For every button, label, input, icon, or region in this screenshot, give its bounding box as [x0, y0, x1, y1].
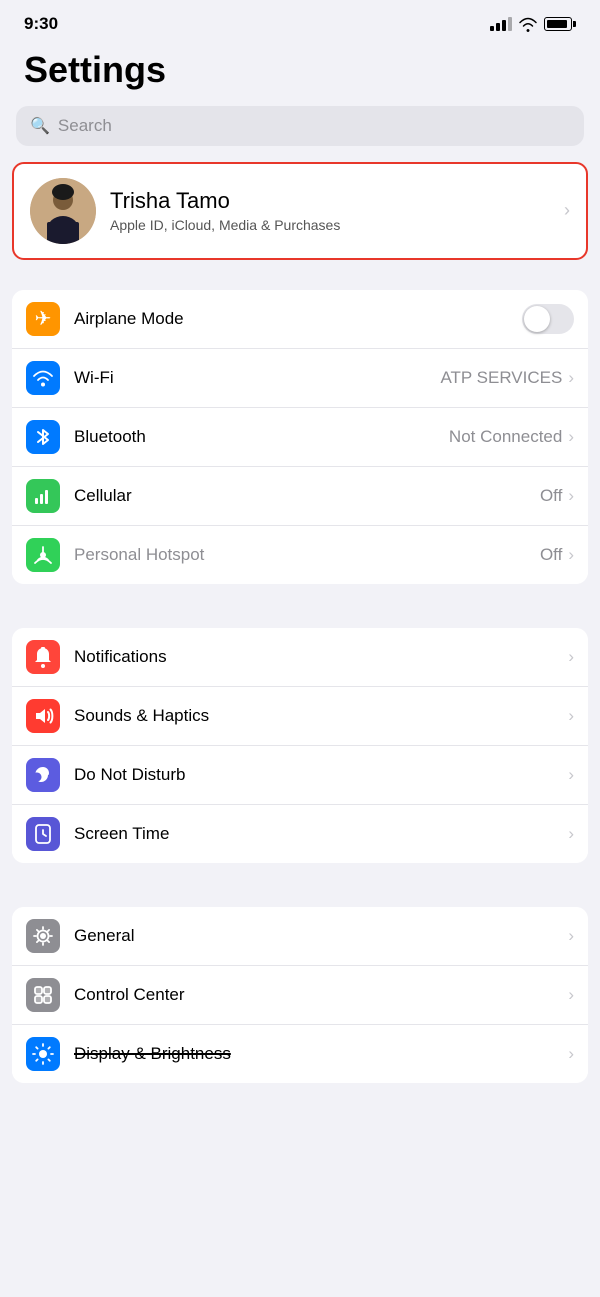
hotspot-row[interactable]: Personal Hotspot Off ›	[12, 526, 588, 584]
sounds-icon	[26, 699, 60, 733]
general-label: General	[74, 926, 568, 946]
donotdisturb-chevron-icon: ›	[568, 765, 574, 785]
hotspot-label: Personal Hotspot	[74, 545, 540, 565]
bluetooth-label: Bluetooth	[74, 427, 449, 447]
bluetooth-value: Not Connected	[449, 427, 562, 447]
page-header: Settings	[0, 42, 600, 102]
notifications-section: Notifications › Sounds & Haptics › D	[0, 628, 600, 863]
profile-info: Trisha Tamo Apple ID, iCloud, Media & Pu…	[110, 188, 550, 233]
sounds-label: Sounds & Haptics	[74, 706, 568, 726]
wifi-row-icon	[26, 361, 60, 395]
bluetooth-icon	[26, 420, 60, 454]
bluetooth-chevron-icon: ›	[568, 427, 574, 447]
display-row[interactable]: Display & Brightness ›	[12, 1025, 588, 1083]
controlcenter-row[interactable]: Control Center ›	[12, 966, 588, 1025]
system-group: General › Control Center ›	[12, 907, 588, 1083]
status-bar: 9:30	[0, 0, 600, 42]
screentime-chevron-icon: ›	[568, 824, 574, 844]
cellular-value: Off	[540, 486, 562, 506]
battery-icon	[544, 17, 576, 31]
general-icon	[26, 919, 60, 953]
notifications-chevron-icon: ›	[568, 647, 574, 667]
notifications-label: Notifications	[74, 647, 568, 667]
wifi-label: Wi-Fi	[74, 368, 440, 388]
general-row[interactable]: General ›	[12, 907, 588, 966]
status-icons	[490, 17, 576, 32]
controlcenter-chevron-icon: ›	[568, 985, 574, 1005]
search-container[interactable]: 🔍 Search	[0, 102, 600, 162]
signal-bars-icon	[490, 17, 512, 31]
cellular-icon	[26, 479, 60, 513]
airplane-mode-row[interactable]: ✈ Airplane Mode	[12, 290, 588, 349]
cellular-chevron-icon: ›	[568, 486, 574, 506]
avatar	[30, 178, 96, 244]
profile-subtitle: Apple ID, iCloud, Media & Purchases	[110, 217, 550, 233]
connectivity-section: ✈ Airplane Mode Wi-Fi ATP SERVICES ›	[0, 290, 600, 584]
search-input[interactable]: Search	[58, 116, 112, 136]
screentime-label: Screen Time	[74, 824, 568, 844]
profile-chevron-icon: ›	[564, 200, 570, 221]
search-bar[interactable]: 🔍 Search	[16, 106, 584, 146]
page-title: Settings	[24, 50, 576, 90]
general-chevron-icon: ›	[568, 926, 574, 946]
donotdisturb-icon	[26, 758, 60, 792]
controlcenter-label: Control Center	[74, 985, 568, 1005]
screentime-row[interactable]: Screen Time ›	[12, 805, 588, 863]
controlcenter-icon	[26, 978, 60, 1012]
display-label: Display & Brightness	[74, 1044, 568, 1064]
cellular-label: Cellular	[74, 486, 540, 506]
airplane-mode-toggle[interactable]	[522, 304, 574, 334]
notifications-group: Notifications › Sounds & Haptics › D	[12, 628, 588, 863]
wifi-value: ATP SERVICES	[440, 368, 562, 388]
profile-card[interactable]: Trisha Tamo Apple ID, iCloud, Media & Pu…	[12, 162, 588, 260]
wifi-chevron-icon: ›	[568, 368, 574, 388]
notifications-row[interactable]: Notifications ›	[12, 628, 588, 687]
donotdisturb-label: Do Not Disturb	[74, 765, 568, 785]
search-icon: 🔍	[30, 116, 50, 136]
hotspot-icon	[26, 538, 60, 572]
bluetooth-row[interactable]: Bluetooth Not Connected ›	[12, 408, 588, 467]
wifi-status-icon	[518, 17, 538, 32]
donotdisturb-row[interactable]: Do Not Disturb ›	[12, 746, 588, 805]
hotspot-chevron-icon: ›	[568, 545, 574, 565]
sounds-row[interactable]: Sounds & Haptics ›	[12, 687, 588, 746]
display-chevron-icon: ›	[568, 1044, 574, 1064]
sounds-chevron-icon: ›	[568, 706, 574, 726]
status-time: 9:30	[24, 14, 58, 34]
hotspot-value: Off	[540, 545, 562, 565]
airplane-mode-label: Airplane Mode	[74, 309, 522, 329]
connectivity-group: ✈ Airplane Mode Wi-Fi ATP SERVICES ›	[12, 290, 588, 584]
display-icon	[26, 1037, 60, 1071]
wifi-row[interactable]: Wi-Fi ATP SERVICES ›	[12, 349, 588, 408]
profile-name: Trisha Tamo	[110, 188, 550, 214]
screentime-icon	[26, 817, 60, 851]
cellular-row[interactable]: Cellular Off ›	[12, 467, 588, 526]
system-section: General › Control Center ›	[0, 907, 600, 1083]
airplane-mode-icon: ✈	[26, 302, 60, 336]
notifications-icon	[26, 640, 60, 674]
